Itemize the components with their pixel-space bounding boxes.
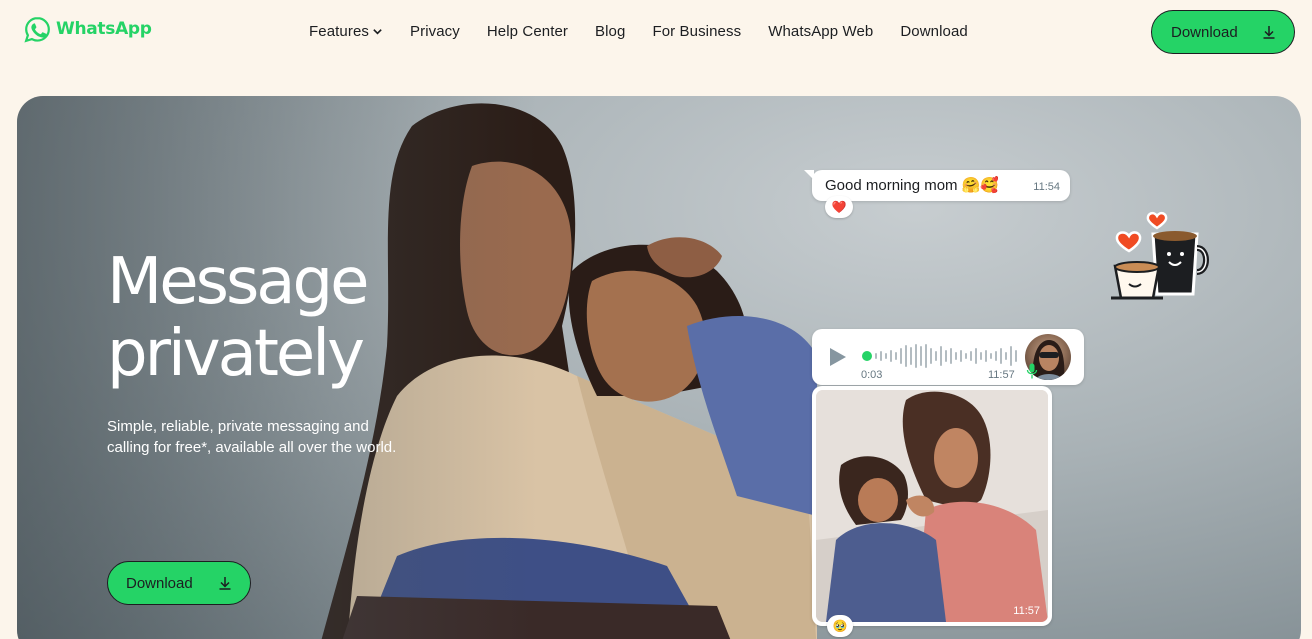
chevron-down-icon <box>373 28 382 35</box>
nav-item-download[interactable]: Download <box>900 23 968 40</box>
voice-time: 11:57 <box>988 369 1015 381</box>
photo-two-women-image <box>816 390 1048 622</box>
chat-voice-message: 0:03 11:57 <box>812 329 1084 385</box>
whatsapp-logo-icon <box>24 16 50 43</box>
nav-item-label: Features <box>309 22 369 40</box>
nav-item-privacy[interactable]: Privacy <box>410 23 460 40</box>
download-button-label: Download <box>1171 23 1238 41</box>
hero-title: Message privately <box>107 246 487 390</box>
chat-message-time: 11:54 <box>1033 181 1060 193</box>
chat-photo-message: 11:57 <box>812 386 1052 626</box>
hero-section: Message privately Simple, reliable, priv… <box>17 96 1301 639</box>
photo-time: 11:57 <box>1013 605 1040 617</box>
hero-title-line2: privately <box>107 317 365 391</box>
nav-item-help-center[interactable]: Help Center <box>487 23 568 40</box>
chat-message-text: Good morning mom 🤗🥰 <box>825 177 1000 194</box>
chat-bubble-text: Good morning mom 🤗🥰 11:54 <box>804 170 1070 201</box>
microphone-icon <box>1026 363 1038 379</box>
coffee-cups-sticker-icon <box>1111 211 1209 300</box>
hero-download-button[interactable]: Download <box>107 561 251 605</box>
brand-name: WhatsApp <box>56 19 152 39</box>
whatsapp-logo[interactable]: WhatsApp <box>24 14 152 44</box>
header-download-button[interactable]: Download <box>1151 10 1295 54</box>
hero-title-line1: Message <box>107 245 369 319</box>
main-nav: Features Privacy Help Center Blog For Bu… <box>309 20 968 42</box>
site-header: WhatsApp Features Privacy Help Center Bl… <box>0 0 1312 64</box>
nav-item-blog[interactable]: Blog <box>595 23 625 40</box>
hero-subtitle: Simple, reliable, private messaging and … <box>107 418 397 456</box>
emoji-reaction-icon: 🥹 <box>827 615 853 637</box>
audio-waveform-icon <box>862 344 1017 368</box>
download-icon <box>1263 26 1275 39</box>
download-icon <box>219 577 231 590</box>
nav-item-for-business[interactable]: For Business <box>652 23 741 40</box>
heart-reaction-icon: ❤️ <box>825 196 853 218</box>
play-icon[interactable] <box>826 346 848 368</box>
nav-item-whatsapp-web[interactable]: WhatsApp Web <box>768 23 873 40</box>
chat-photo[interactable]: 11:57 <box>816 390 1048 622</box>
download-button-label: Download <box>126 574 193 592</box>
nav-item-features[interactable]: Features <box>309 23 383 40</box>
voice-duration: 0:03 <box>861 369 883 381</box>
